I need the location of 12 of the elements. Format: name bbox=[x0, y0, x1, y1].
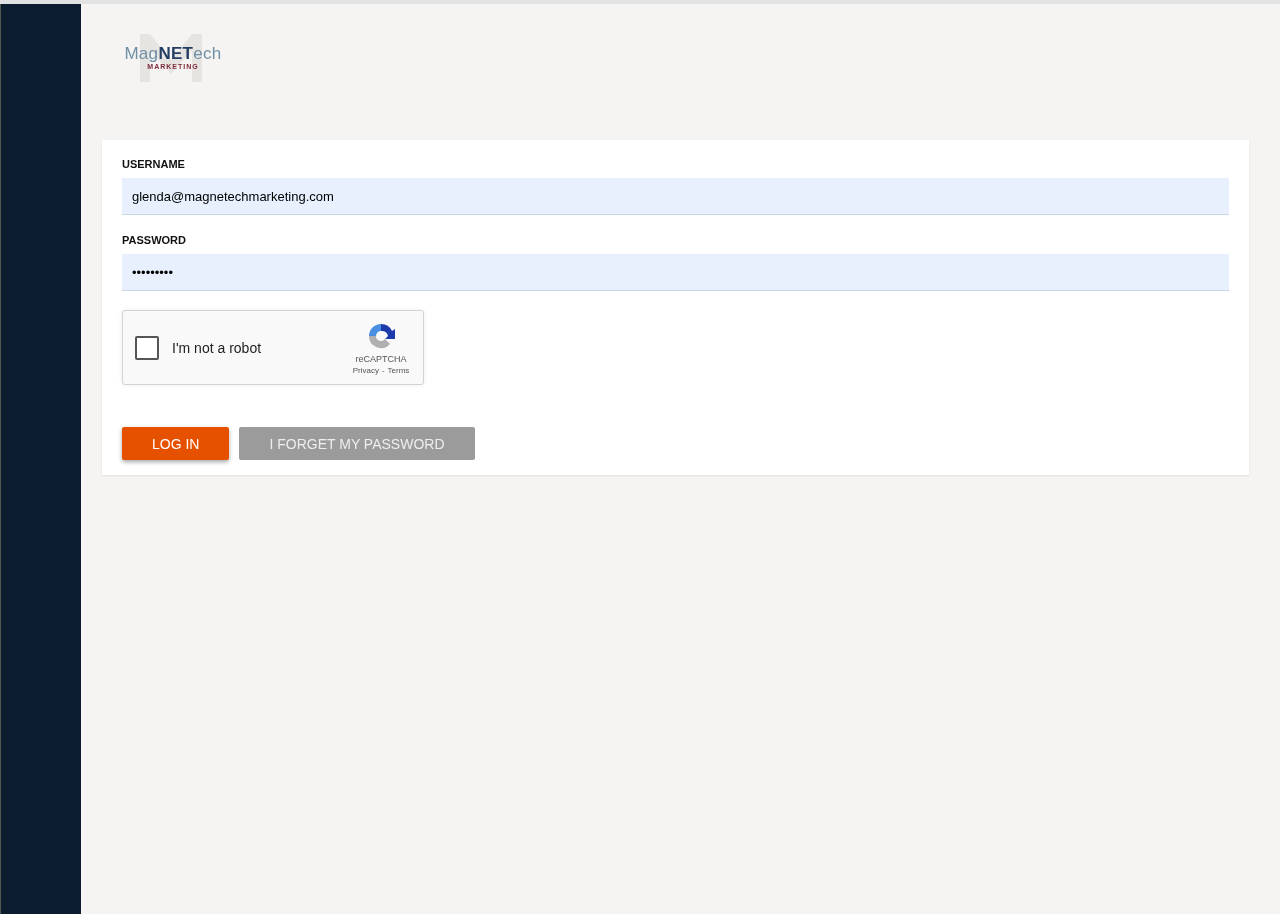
privacy-link[interactable]: Privacy bbox=[352, 366, 379, 375]
recaptcha-brand: reCAPTCHA bbox=[355, 354, 407, 364]
terms-link[interactable]: Terms bbox=[387, 366, 410, 375]
field-label: USERNAME bbox=[122, 158, 185, 170]
captcha-label: I'm not a robot bbox=[172, 339, 263, 356]
login-button[interactable]: LOG IN bbox=[122, 427, 230, 460]
captcha-checkbox[interactable] bbox=[135, 335, 159, 360]
logo-name: MagNETech bbox=[124, 44, 222, 62]
password-field[interactable]: ••••••••• bbox=[122, 254, 1229, 291]
link-separator: - bbox=[381, 366, 385, 375]
field-label: PASSWORD bbox=[122, 234, 186, 246]
username-field[interactable]: glenda@magnetechmarketing.com bbox=[122, 178, 1229, 215]
